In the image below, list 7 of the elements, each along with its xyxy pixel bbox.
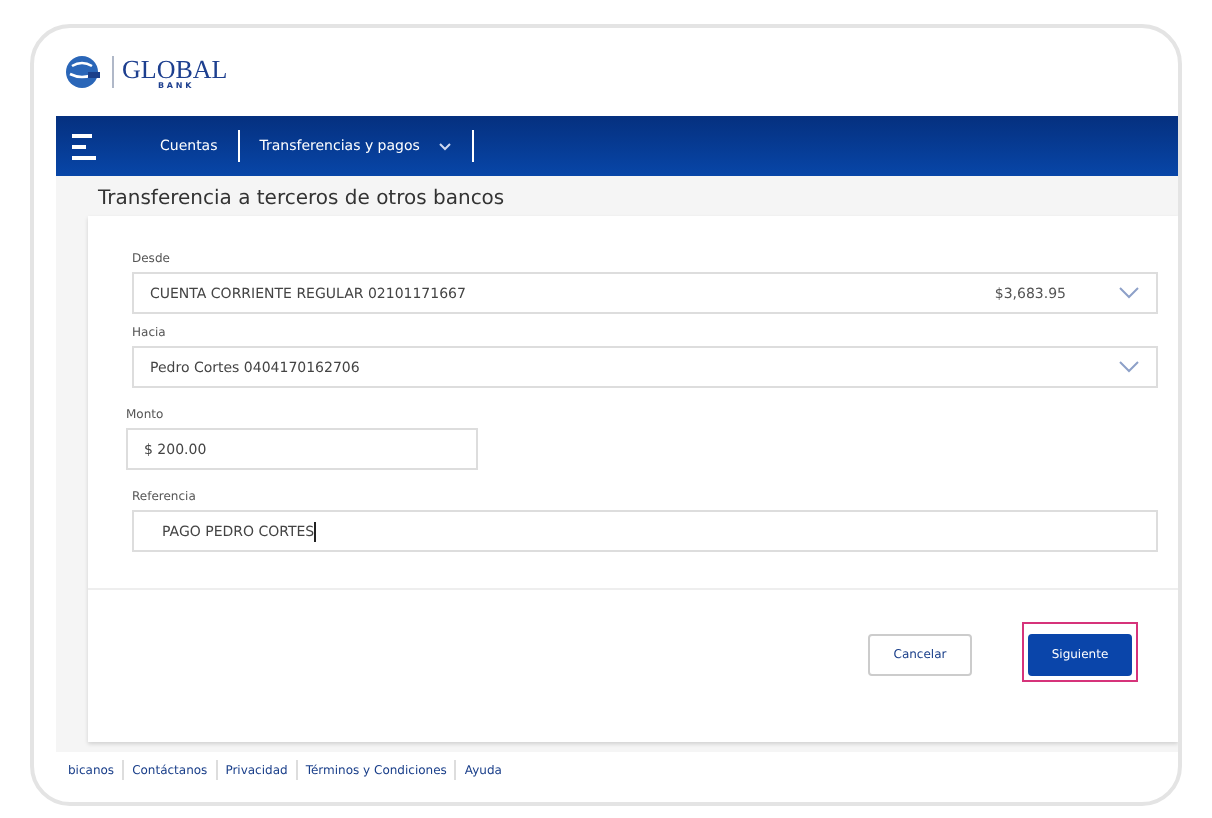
page-title: Transferencia a terceros de otros bancos xyxy=(96,186,507,214)
globe-logo-icon xyxy=(64,54,104,90)
logo-text: GLOBAL xyxy=(122,55,228,81)
chevron-down-icon xyxy=(1118,360,1140,374)
menu-icon[interactable] xyxy=(72,133,96,159)
chevron-down-icon xyxy=(437,141,452,151)
chevron-down-icon xyxy=(1118,286,1140,300)
